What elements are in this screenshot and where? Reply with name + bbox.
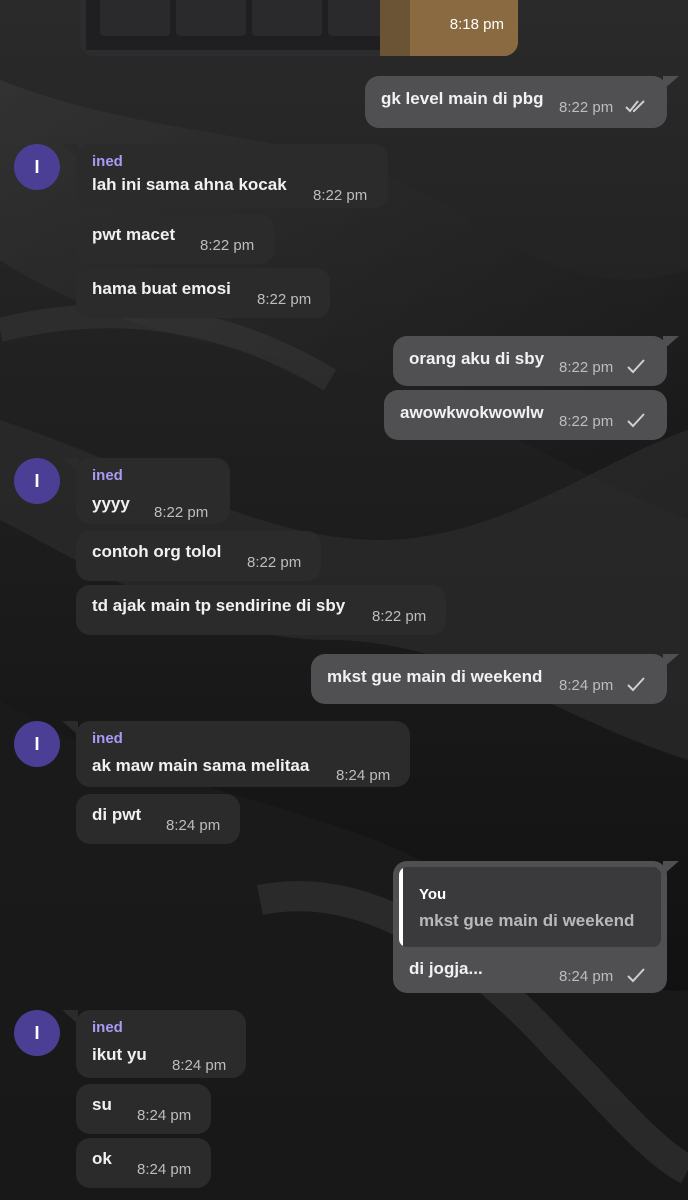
quote-bar xyxy=(399,867,403,947)
message-text: mkst gue main di weekend xyxy=(327,667,543,686)
message-bubble[interactable]: gk level main di pbg 8:22 pm xyxy=(365,76,667,128)
sender-name: ined xyxy=(92,153,123,170)
message-bubble[interactable]: awowkwokwowlw 8:22 pm xyxy=(384,390,667,440)
message-bubble[interactable]: ined ikut yu 8:24 pm xyxy=(76,1010,246,1078)
message-outgoing[interactable]: orang aku di sby 8:22 pm xyxy=(0,336,688,386)
message-incoming[interactable]: ined ak maw main sama melitaa 8:24 pm xyxy=(0,721,688,787)
message-outgoing-reply[interactable]: You mkst gue main di weekend di jogja...… xyxy=(0,861,688,993)
message-incoming[interactable]: td ajak main tp sendirine di sby 8:22 pm xyxy=(0,585,688,635)
message-time: 8:22 pm xyxy=(559,99,614,116)
check-icon xyxy=(627,677,645,692)
message-bubble[interactable]: ined ak maw main sama melitaa 8:24 pm xyxy=(76,721,410,787)
message-time: 8:24 pm xyxy=(172,1057,227,1074)
message-incoming[interactable]: ined yyyy 8:22 pm xyxy=(0,458,688,524)
message-time: 8:22 pm xyxy=(257,291,312,308)
message-text: ok xyxy=(92,1149,112,1168)
message-text: ikut yu xyxy=(92,1045,147,1064)
message-bubble[interactable]: pwt macet 8:22 pm xyxy=(76,214,274,264)
message-time: 8:22 pm xyxy=(559,413,614,430)
message-bubble[interactable]: mkst gue main di weekend 8:24 pm xyxy=(311,654,667,704)
message-time: 8:22 pm xyxy=(559,359,614,376)
sender-name: ined xyxy=(92,730,123,747)
message-outgoing[interactable]: mkst gue main di weekend 8:24 pm xyxy=(0,654,688,704)
message-text: hama buat emosi xyxy=(92,279,231,298)
message-text: di pwt xyxy=(92,805,142,824)
message-text: yyyy xyxy=(92,494,130,513)
double-check-icon xyxy=(625,100,645,113)
message-text: su xyxy=(92,1095,112,1114)
message-time: 8:22 pm xyxy=(154,504,209,521)
message-text: awowkwokwowlw xyxy=(400,403,544,422)
reply-author: You xyxy=(419,886,447,903)
message-text: orang aku di sby xyxy=(409,349,545,368)
message-incoming[interactable]: ined lah ini sama ahna kocak 8:22 pm xyxy=(0,144,688,208)
message-time: 8:22 pm xyxy=(200,237,255,254)
message-bubble[interactable]: hama buat emosi 8:22 pm xyxy=(76,268,330,318)
message-text: td ajak main tp sendirine di sby xyxy=(92,596,346,615)
message-bubble[interactable]: ok 8:24 pm xyxy=(76,1138,211,1188)
message-text: contoh org tolol xyxy=(92,542,222,561)
message-incoming[interactable]: ined ikut yu 8:24 pm xyxy=(0,1010,688,1078)
message-time: 8:22 pm xyxy=(372,608,427,625)
check-icon xyxy=(627,413,645,428)
message-bubble[interactable]: ined lah ini sama ahna kocak 8:22 pm xyxy=(76,144,388,208)
message-outgoing[interactable]: awowkwokwowlw 8:22 pm xyxy=(0,390,688,440)
reply-quote[interactable]: You mkst gue main di weekend xyxy=(399,867,661,947)
message-time: 8:24 pm xyxy=(559,677,614,694)
message-time: 8:24 pm xyxy=(137,1161,192,1178)
sender-name: ined xyxy=(92,467,123,484)
reply-text: mkst gue main di weekend xyxy=(419,911,635,930)
photo-attachment[interactable]: 8:18 pm xyxy=(80,0,518,56)
message-bubble[interactable]: td ajak main tp sendirine di sby 8:22 pm xyxy=(76,585,446,635)
check-icon xyxy=(627,359,645,374)
message-incoming[interactable]: di pwt 8:24 pm xyxy=(0,794,688,844)
message-time: 8:24 pm xyxy=(336,767,391,784)
message-incoming[interactable]: hama buat emosi 8:22 pm xyxy=(0,268,688,318)
message-outgoing[interactable]: gk level main di pbg 8:22 pm xyxy=(0,76,688,128)
message-time: 8:22 pm xyxy=(313,187,368,204)
message-bubble[interactable]: di pwt 8:24 pm xyxy=(76,794,240,844)
photo-message[interactable]: 8:18 pm xyxy=(0,0,688,58)
message-bubble[interactable]: orang aku di sby 8:22 pm xyxy=(393,336,667,386)
sender-name: ined xyxy=(92,1019,123,1036)
message-time: 8:24 pm xyxy=(166,817,221,834)
message-text: di jogja... xyxy=(409,959,483,978)
message-bubble[interactable]: contoh org tolol 8:22 pm xyxy=(76,531,321,581)
message-incoming[interactable]: ok 8:24 pm xyxy=(0,1138,688,1188)
message-text: lah ini sama ahna kocak xyxy=(92,175,287,194)
message-time: 8:24 pm xyxy=(137,1107,192,1124)
message-bubble[interactable]: You mkst gue main di weekend di jogja...… xyxy=(393,861,667,993)
message-time: 8:24 pm xyxy=(559,968,614,985)
check-icon xyxy=(627,968,645,983)
message-text: pwt macet xyxy=(92,225,176,244)
message-bubble[interactable]: su 8:24 pm xyxy=(76,1084,211,1134)
message-text: gk level main di pbg xyxy=(381,89,544,108)
message-incoming[interactable]: pwt macet 8:22 pm xyxy=(0,214,688,264)
message-bubble[interactable]: ined yyyy 8:22 pm xyxy=(76,458,230,524)
message-time: 8:18 pm xyxy=(449,16,504,33)
message-time: 8:22 pm xyxy=(247,554,302,571)
message-text: ak maw main sama melitaa xyxy=(92,756,310,775)
message-incoming[interactable]: contoh org tolol 8:22 pm xyxy=(0,531,688,581)
message-incoming[interactable]: su 8:24 pm xyxy=(0,1084,688,1134)
